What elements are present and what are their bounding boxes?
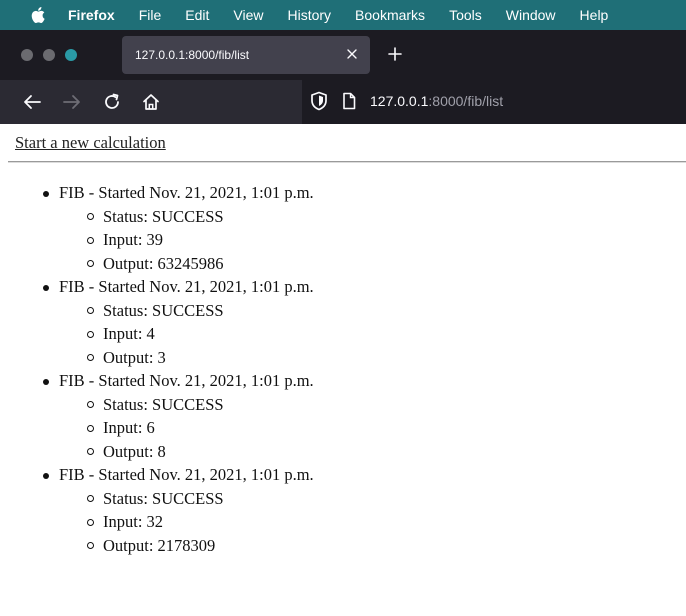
task-status-text: Status: SUCCESS xyxy=(103,488,224,508)
url-host: 127.0.0.1 xyxy=(370,93,429,109)
menu-help[interactable]: Help xyxy=(580,7,609,23)
circle-bullet-icon xyxy=(87,236,94,244)
task-item: FIB - Started Nov. 21, 2021, 1:01 p.m. S… xyxy=(0,463,314,557)
task-input-text: Input: 32 xyxy=(103,512,164,531)
navigation-bar: 127.0.0.1:8000/fib/list xyxy=(0,80,686,124)
task-status-text: Status: SUCCESS xyxy=(103,394,224,414)
task-output: Output: 3 xyxy=(59,346,314,370)
task-details: Status: SUCCESS Input: 6 Output: 8 xyxy=(59,393,314,464)
menu-view[interactable]: View xyxy=(233,7,263,23)
apple-logo-icon[interactable] xyxy=(30,6,46,24)
task-title: FIB - Started Nov. 21, 2021, 1:01 p.m. xyxy=(59,371,314,390)
reload-icon[interactable] xyxy=(100,90,124,114)
menu-bookmarks[interactable]: Bookmarks xyxy=(355,7,425,23)
task-output: Output: 8 xyxy=(59,440,314,464)
task-title: FIB - Started Nov. 21, 2021, 1:01 p.m. xyxy=(59,183,314,202)
circle-bullet-icon xyxy=(87,213,94,220)
task-details: Status: SUCCESS Input: 4 Output: 3 xyxy=(59,299,314,370)
task-item: FIB - Started Nov. 21, 2021, 1:01 p.m. S… xyxy=(0,181,314,275)
bullet-icon xyxy=(43,190,49,197)
macos-menu-bar: Firefox File Edit View History Bookmarks… xyxy=(0,0,686,30)
menu-file[interactable]: File xyxy=(139,7,162,23)
plus-icon[interactable] xyxy=(385,44,405,64)
task-output-text: Output: 8 xyxy=(103,441,166,461)
task-item: FIB - Started Nov. 21, 2021, 1:01 p.m. S… xyxy=(0,369,314,463)
arrow-right-icon[interactable] xyxy=(60,90,84,114)
task-details: Status: SUCCESS Input: 39 Output: 632459… xyxy=(59,205,314,276)
arrow-left-icon[interactable] xyxy=(20,90,44,114)
bullet-icon xyxy=(43,284,49,291)
page-icon[interactable] xyxy=(342,92,356,115)
task-status-text: Status: SUCCESS xyxy=(103,206,224,226)
circle-bullet-icon xyxy=(87,518,94,526)
circle-bullet-icon xyxy=(87,354,94,361)
task-output: Output: 63245986 xyxy=(59,252,314,276)
task-input: Input: 32 xyxy=(59,510,314,534)
menu-window[interactable]: Window xyxy=(506,7,556,23)
bullet-icon xyxy=(43,378,49,385)
task-status: Status: SUCCESS xyxy=(59,393,314,417)
close-window-button[interactable] xyxy=(21,49,33,61)
task-item: FIB - Started Nov. 21, 2021, 1:01 p.m. S… xyxy=(0,275,314,369)
circle-bullet-icon xyxy=(87,401,94,408)
task-output-text: Output: 63245986 xyxy=(103,253,224,273)
task-status: Status: SUCCESS xyxy=(59,299,314,323)
url-text[interactable]: 127.0.0.1:8000/fib/list xyxy=(370,93,503,109)
task-input-text: Input: 39 xyxy=(103,230,164,249)
page-content: Start a new calculation FIB - Started No… xyxy=(0,124,686,616)
circle-bullet-icon xyxy=(87,307,94,314)
new-calculation-link[interactable]: Start a new calculation xyxy=(15,133,166,153)
circle-bullet-icon xyxy=(87,260,94,267)
task-title: FIB - Started Nov. 21, 2021, 1:01 p.m. xyxy=(59,277,314,296)
url-path: :8000/fib/list xyxy=(428,93,504,109)
minimize-window-button[interactable] xyxy=(43,49,55,61)
task-status-text: Status: SUCCESS xyxy=(103,300,224,320)
task-input-text: Input: 6 xyxy=(103,418,155,437)
menu-history[interactable]: History xyxy=(287,7,331,23)
task-details: Status: SUCCESS Input: 32 Output: 217830… xyxy=(59,487,314,558)
menu-edit[interactable]: Edit xyxy=(185,7,209,23)
circle-bullet-icon xyxy=(87,495,94,502)
tab-bar: 127.0.0.1:8000/fib/list xyxy=(0,30,686,80)
tab-title: 127.0.0.1:8000/fib/list xyxy=(135,48,250,62)
task-input: Input: 4 xyxy=(59,322,314,346)
task-status: Status: SUCCESS xyxy=(59,205,314,229)
task-output-text: Output: 3 xyxy=(103,347,166,367)
home-icon[interactable] xyxy=(139,90,163,114)
task-output: Output: 2178309 xyxy=(59,534,314,558)
circle-bullet-icon xyxy=(87,424,94,432)
url-bar[interactable]: 127.0.0.1:8000/fib/list xyxy=(302,80,686,124)
task-input: Input: 6 xyxy=(59,416,314,440)
divider xyxy=(8,161,686,163)
task-list: FIB - Started Nov. 21, 2021, 1:01 p.m. S… xyxy=(0,181,314,557)
menu-tools[interactable]: Tools xyxy=(449,7,482,23)
tab-active[interactable]: 127.0.0.1:8000/fib/list xyxy=(122,36,370,74)
task-output-text: Output: 2178309 xyxy=(103,535,216,555)
circle-bullet-icon xyxy=(87,448,94,455)
task-title: FIB - Started Nov. 21, 2021, 1:01 p.m. xyxy=(59,465,314,484)
task-status: Status: SUCCESS xyxy=(59,487,314,511)
shield-icon[interactable] xyxy=(310,91,328,116)
circle-bullet-icon xyxy=(87,542,94,549)
circle-bullet-icon xyxy=(87,330,94,338)
task-input: Input: 39 xyxy=(59,228,314,252)
close-icon[interactable] xyxy=(344,44,360,64)
menu-firefox[interactable]: Firefox xyxy=(68,7,115,23)
task-input-text: Input: 4 xyxy=(103,324,155,343)
bullet-icon xyxy=(43,472,49,479)
zoom-window-button[interactable] xyxy=(65,49,77,61)
